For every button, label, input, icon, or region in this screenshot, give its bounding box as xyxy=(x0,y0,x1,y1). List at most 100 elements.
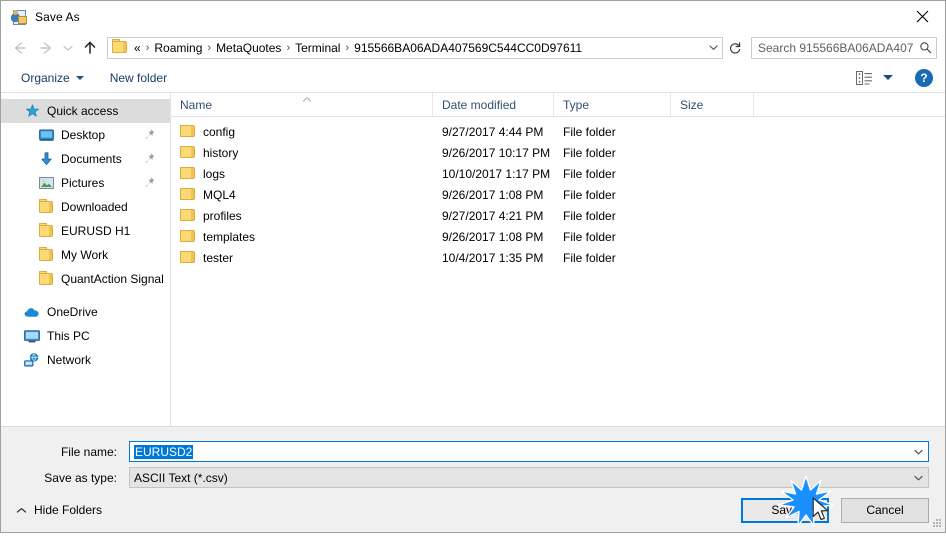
folder-icon xyxy=(37,199,55,215)
new-folder-label: New folder xyxy=(109,70,168,85)
dialog-footer: Hide Folders Save Cancel xyxy=(1,488,945,532)
search-box[interactable]: Search 915566BA06ADA40756... xyxy=(751,36,937,59)
filename-field[interactable]: EURUSD2 xyxy=(129,441,929,462)
file-date-cell: 9/26/2017 10:17 PM xyxy=(442,145,551,160)
folder-icon xyxy=(37,271,55,287)
sidebar-item-this-pc[interactable]: This PC xyxy=(1,324,170,348)
sidebar-item-quick-access[interactable]: Quick access xyxy=(1,99,170,123)
sidebar-item-label: Documents xyxy=(61,152,122,166)
file-name-cell: templates xyxy=(171,229,433,244)
file-name-cell: logs xyxy=(171,166,433,181)
search-input[interactable]: Search 915566BA06ADA40756... xyxy=(752,41,914,55)
file-type-cell: File folder xyxy=(563,187,616,202)
view-options-chevron-icon[interactable] xyxy=(883,75,893,80)
file-name-cell: profiles xyxy=(171,208,433,223)
breadcrumb: « › Roaming › MetaQuotes › Terminal › 91… xyxy=(132,40,704,56)
network-icon xyxy=(23,352,41,368)
sidebar-item-network[interactable]: Network xyxy=(1,348,170,372)
title-bar: Save As xyxy=(1,1,945,32)
chevron-up-icon xyxy=(15,506,27,514)
chevron-down-icon[interactable] xyxy=(908,468,928,487)
chevron-down-icon xyxy=(75,75,84,80)
hide-folders-label: Hide Folders xyxy=(34,503,103,517)
folder-icon xyxy=(180,187,196,201)
table-row[interactable]: config 9/27/2017 4:44 PM File folder xyxy=(171,121,945,142)
filetype-row: Save as type: ASCII Text (*.csv) xyxy=(17,467,929,488)
filetype-value: ASCII Text (*.csv) xyxy=(134,470,228,485)
breadcrumb-item-current[interactable]: 915566BA06ADA407569C544CC0D97611 xyxy=(352,40,584,56)
chevron-down-icon[interactable] xyxy=(908,442,928,461)
save-button[interactable]: Save xyxy=(741,497,829,523)
sidebar-item-desktop[interactable]: Desktop xyxy=(1,123,170,147)
filetype-label: Save as type: xyxy=(44,470,117,485)
file-date-cell: 9/26/2017 1:08 PM xyxy=(442,229,544,244)
sidebar-item-onedrive[interactable]: OneDrive xyxy=(1,300,170,324)
sidebar-item-pictures[interactable]: Pictures xyxy=(1,171,170,195)
refresh-icon[interactable] xyxy=(724,37,746,59)
file-type-cell: File folder xyxy=(563,250,616,265)
column-header-size[interactable]: Size xyxy=(671,93,754,116)
sidebar-item-documents[interactable]: Documents xyxy=(1,147,170,171)
column-header-type[interactable]: Type xyxy=(554,93,671,116)
back-button[interactable] xyxy=(7,36,33,60)
table-row[interactable]: tester 10/4/2017 1:35 PM File folder xyxy=(171,247,945,268)
filename-input[interactable]: EURUSD2 xyxy=(130,444,908,459)
new-folder-button[interactable]: New folder xyxy=(104,68,173,88)
file-name-cell: tester xyxy=(171,250,433,265)
folder-icon xyxy=(180,145,196,159)
breadcrumb-separator: › xyxy=(207,41,212,54)
sidebar-item-label: Network xyxy=(47,353,92,367)
help-icon[interactable]: ? xyxy=(915,68,933,87)
file-name-text: logs xyxy=(203,166,226,181)
table-row[interactable]: history 9/26/2017 10:17 PM File folder xyxy=(171,142,945,163)
navigation-pane: Quick access Desktop Documents Pictures … xyxy=(1,93,171,426)
cancel-button[interactable]: Cancel xyxy=(841,497,929,523)
breadcrumb-item-roaming[interactable]: Roaming xyxy=(152,40,204,56)
sidebar-item-eurusd-h1[interactable]: EURUSD H1 xyxy=(1,219,170,243)
table-row[interactable]: MQL4 9/26/2017 1:08 PM File folder xyxy=(171,184,945,205)
folder-icon xyxy=(180,166,196,180)
chevron-down-icon[interactable] xyxy=(704,38,722,58)
table-row[interactable]: profiles 9/27/2017 4:21 PM File folder xyxy=(171,205,945,226)
organize-label: Organize xyxy=(21,70,70,85)
folder-icon xyxy=(112,39,127,54)
breadcrumb-overflow[interactable]: « xyxy=(132,40,143,56)
hide-folders-button[interactable]: Hide Folders xyxy=(11,499,106,521)
sidebar-item-label: OneDrive xyxy=(47,305,98,319)
file-date-cell: 9/27/2017 4:21 PM xyxy=(442,208,544,223)
organize-button[interactable]: Organize xyxy=(15,68,90,88)
dialog-body: Quick access Desktop Documents Pictures … xyxy=(1,93,945,426)
up-button[interactable] xyxy=(77,36,103,60)
file-name-cell: MQL4 xyxy=(171,187,433,202)
folder-icon xyxy=(180,208,196,222)
filename-label: File name: xyxy=(60,444,117,459)
pin-icon[interactable] xyxy=(144,177,154,189)
filetype-field[interactable]: ASCII Text (*.csv) xyxy=(129,467,929,488)
column-header-date-modified[interactable]: Date modified xyxy=(433,93,554,116)
file-list: Name Date modified Type Size config 9/27… xyxy=(171,93,945,426)
table-row[interactable]: logs 10/10/2017 1:17 PM File folder xyxy=(171,163,945,184)
pin-icon[interactable] xyxy=(144,129,154,141)
recent-locations-button[interactable] xyxy=(59,36,77,60)
sidebar-item-quantaction-signal[interactable]: QuantAction Signal xyxy=(1,267,170,291)
sidebar-item-label: EURUSD H1 xyxy=(61,224,131,238)
file-name-text: tester xyxy=(203,250,234,265)
sidebar-item-my-work[interactable]: My Work xyxy=(1,243,170,267)
file-name-cell: config xyxy=(171,124,433,139)
close-icon[interactable] xyxy=(899,1,945,31)
forward-button[interactable] xyxy=(33,36,59,60)
folder-icon xyxy=(37,247,55,263)
breadcrumb-item-terminal[interactable]: Terminal xyxy=(293,40,342,56)
toolbar: Organize New folder ? xyxy=(1,63,945,93)
pin-icon[interactable] xyxy=(144,153,154,165)
file-type-cell: File folder xyxy=(563,145,616,160)
resize-grip[interactable] xyxy=(928,516,941,529)
sidebar-item-downloaded[interactable]: Downloaded xyxy=(1,195,170,219)
table-row[interactable]: templates 9/26/2017 1:08 PM File folder xyxy=(171,226,945,247)
file-date-cell: 10/4/2017 1:35 PM xyxy=(442,250,544,265)
search-icon xyxy=(914,38,936,58)
file-name-text: templates xyxy=(203,229,256,244)
breadcrumb-item-metaquotes[interactable]: MetaQuotes xyxy=(214,40,283,56)
address-bar[interactable]: « › Roaming › MetaQuotes › Terminal › 91… xyxy=(107,36,723,59)
list-view-icon[interactable] xyxy=(854,70,874,86)
